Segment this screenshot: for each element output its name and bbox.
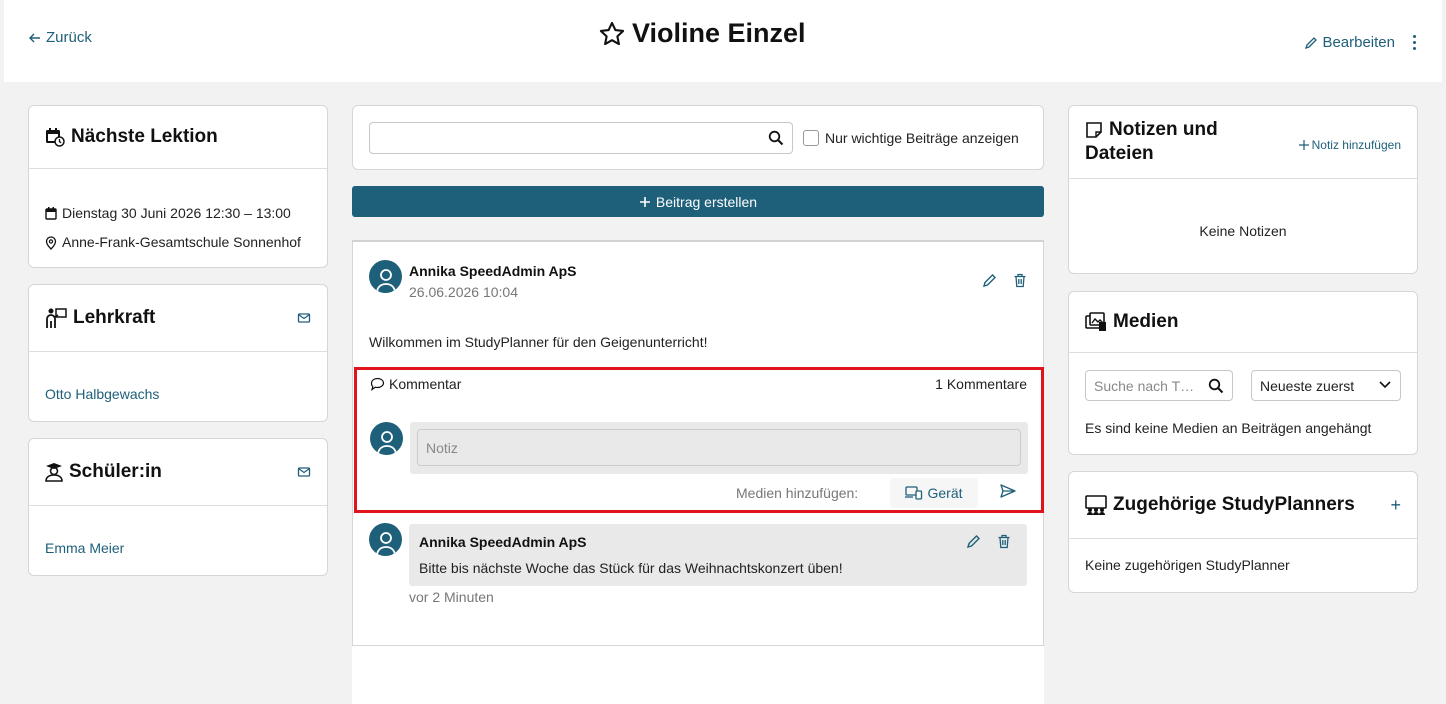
media-header: Medien — [1069, 292, 1417, 353]
search-icon[interactable] — [768, 130, 784, 146]
devices-icon — [905, 486, 923, 500]
media-add-label: Medien hinzufügen: — [736, 485, 859, 501]
avatar — [370, 422, 403, 455]
plus-icon — [639, 196, 650, 207]
plus-icon — [1298, 140, 1309, 150]
edit-comment-icon[interactable] — [966, 534, 981, 549]
mail-icon[interactable] — [297, 465, 311, 479]
post-author: Annika SpeedAdmin ApS — [409, 263, 577, 279]
media-search-placeholder: Suche nach T… — [1094, 378, 1195, 394]
create-post-button[interactable]: Beitrag erstellen — [352, 186, 1044, 217]
related-planners-empty: Keine zugehörigen StudyPlanner — [1085, 557, 1290, 573]
feed-filter-card: Nur wichtige Beiträge anzeigen — [352, 105, 1044, 170]
related-planners-title: Zugehörige StudyPlanners — [1113, 494, 1355, 515]
user-icon — [375, 269, 396, 293]
teacher-icon — [46, 308, 67, 328]
media-card: Medien Suche nach T… Neueste zuerst Es s… — [1068, 291, 1418, 455]
speech-bubble-icon — [370, 377, 385, 391]
mail-icon[interactable] — [297, 311, 311, 325]
important-only-filter[interactable]: Nur wichtige Beiträge anzeigen — [803, 130, 1019, 146]
notes-empty: Keine Notizen — [1199, 223, 1287, 239]
comment-label: Kommentar — [389, 376, 462, 392]
related-planners-card: Zugehörige StudyPlanners + Keine zugehör… — [1068, 471, 1418, 593]
lesson-location: Anne-Frank-Gesamtschule Sonnenhof — [62, 234, 301, 250]
student-card: Schüler:in Emma Meier — [28, 438, 328, 576]
comment-author: Annika SpeedAdmin ApS — [419, 534, 587, 550]
classroom-icon — [1085, 495, 1107, 515]
media-gallery-icon — [1085, 312, 1106, 331]
user-icon — [375, 532, 396, 556]
comment-item: Annika SpeedAdmin ApS Bitte bis nächste … — [409, 524, 1027, 586]
add-note-button[interactable]: Notiz hinzufügen — [1298, 138, 1401, 152]
notes-card: Notizen und Dateien Notiz hinzufügen Kei… — [1068, 105, 1418, 274]
add-from-device-button[interactable]: Gerät — [890, 478, 978, 508]
media-search-input[interactable]: Suche nach T… — [1085, 370, 1233, 401]
edit-post-icon[interactable] — [982, 273, 997, 288]
calendar-clock-icon — [46, 128, 65, 147]
post-date: 26.06.2026 10:04 — [409, 284, 518, 300]
send-icon[interactable] — [1000, 484, 1016, 498]
student-icon — [45, 463, 63, 482]
student-title: Schüler:in — [69, 461, 162, 482]
media-sort-select[interactable]: Neueste zuerst — [1251, 370, 1401, 401]
search-icon[interactable] — [1208, 378, 1224, 394]
back-link[interactable]: Zurück — [28, 29, 92, 46]
arrow-left-icon — [29, 33, 40, 42]
edit-button[interactable]: Bearbeiten — [1304, 34, 1395, 51]
post-item: Annika SpeedAdmin ApS 26.06.2026 10:04 W… — [352, 242, 1044, 646]
important-only-checkbox[interactable] — [803, 130, 819, 146]
teacher-title: Lehrkraft — [73, 307, 156, 328]
comment-note-input[interactable]: Notiz — [417, 429, 1021, 466]
more-options-icon[interactable] — [1406, 30, 1422, 54]
comment-text: Bitte bis nächste Woche das Stück für da… — [419, 560, 843, 576]
lesson-datetime: Dienstag 30 Juni 2026 12:30 – 13:00 — [62, 205, 291, 221]
post-feed: Annika SpeedAdmin ApS 26.06.2026 10:04 W… — [352, 240, 1044, 704]
next-lesson-title: Nächste Lektion — [71, 126, 218, 147]
important-only-label: Nur wichtige Beiträge anzeigen — [825, 130, 1019, 146]
trash-icon[interactable] — [997, 534, 1011, 549]
next-lesson-card: Nächste Lektion Dienstag 30 Juni 2026 12… — [28, 105, 328, 268]
teacher-header: Lehrkraft — [29, 285, 327, 352]
notes-header: Notizen und Dateien Notiz hinzufügen — [1069, 106, 1417, 179]
create-post-label: Beitrag erstellen — [655, 193, 758, 210]
add-related-planner-button[interactable]: + — [1390, 495, 1401, 516]
top-bar: Zurück Violine Einzel Bearbeiten — [4, 0, 1442, 82]
page-title-text: Violine Einzel — [632, 18, 806, 48]
student-header: Schüler:in — [29, 439, 327, 506]
back-label: Zurück — [46, 29, 92, 46]
media-sort-value: Neueste zuerst — [1260, 378, 1355, 394]
pencil-icon — [1305, 36, 1318, 49]
star-icon[interactable] — [598, 20, 626, 48]
feed-search-input[interactable] — [369, 122, 793, 154]
media-title: Medien — [1113, 311, 1179, 332]
avatar — [369, 260, 402, 293]
chevron-down-icon — [1379, 381, 1391, 389]
user-icon — [376, 431, 397, 455]
comment-count[interactable]: 1 Kommentare — [935, 376, 1027, 392]
note-icon — [1086, 122, 1102, 138]
calendar-icon — [45, 207, 57, 220]
teacher-name-link[interactable]: Otto Halbgewachs — [45, 386, 159, 402]
edit-label: Bearbeiten — [1322, 34, 1395, 51]
comment-composer: Kommentar 1 Kommentare Notiz Medien hinz… — [354, 367, 1044, 513]
comment-button[interactable]: Kommentar — [370, 376, 461, 392]
notes-title-line1: Notizen und — [1109, 119, 1218, 140]
related-planners-header: Zugehörige StudyPlanners + — [1069, 472, 1417, 539]
student-name-link[interactable]: Emma Meier — [45, 540, 124, 556]
comment-time: vor 2 Minuten — [409, 589, 494, 605]
add-note-label: Notiz hinzufügen — [1311, 138, 1401, 152]
media-empty: Es sind keine Medien an Beiträgen angehä… — [1085, 420, 1372, 436]
trash-icon[interactable] — [1013, 273, 1027, 288]
post-text: Wilkommen im StudyPlanner für den Geigen… — [369, 334, 708, 350]
next-lesson-header: Nächste Lektion — [29, 106, 327, 169]
notes-title-line2: Dateien — [1085, 143, 1154, 164]
page-title: Violine Einzel — [598, 18, 806, 49]
teacher-card: Lehrkraft Otto Halbgewachs — [28, 284, 328, 422]
location-pin-icon — [45, 235, 57, 250]
avatar — [369, 523, 402, 556]
device-label: Gerät — [927, 485, 963, 501]
